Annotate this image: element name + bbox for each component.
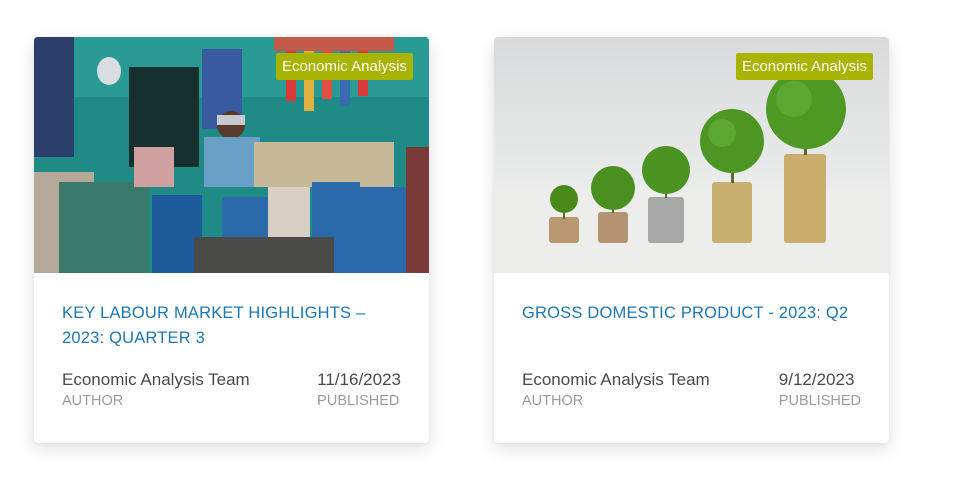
article-thumbnail[interactable]: Economic Analysis: [494, 37, 889, 273]
article-meta: Economic Analysis Team AUTHOR 11/16/2023…: [62, 369, 401, 411]
article-grid: Economic Analysis KEY LABOUR MARKET HIGH…: [0, 0, 961, 490]
author-name: Economic Analysis Team: [62, 370, 250, 389]
article-title[interactable]: KEY LABOUR MARKET HIGHLIGHTS – 2023: QUA…: [62, 301, 401, 351]
author-label: AUTHOR: [62, 393, 124, 409]
article-card[interactable]: Economic Analysis KEY LABOUR MARKET HIGH…: [34, 37, 429, 443]
published-date: 11/16/2023: [317, 370, 401, 389]
article-meta: Economic Analysis Team AUTHOR 9/12/2023 …: [522, 369, 861, 411]
author-label: AUTHOR: [522, 393, 584, 409]
published-label: PUBLISHED: [317, 393, 400, 409]
published-date: 9/12/2023: [778, 370, 855, 389]
article-thumbnail[interactable]: Economic Analysis: [34, 37, 429, 273]
article-card[interactable]: Economic Analysis GROSS DOMESTIC PRODUCT…: [494, 37, 889, 443]
article-title[interactable]: GROSS DOMESTIC PRODUCT - 2023: Q2: [522, 301, 861, 326]
published-label: PUBLISHED: [778, 393, 861, 409]
category-badge[interactable]: Economic Analysis: [735, 53, 873, 80]
author-name: Economic Analysis Team: [522, 370, 710, 389]
category-badge[interactable]: Economic Analysis: [275, 53, 413, 80]
